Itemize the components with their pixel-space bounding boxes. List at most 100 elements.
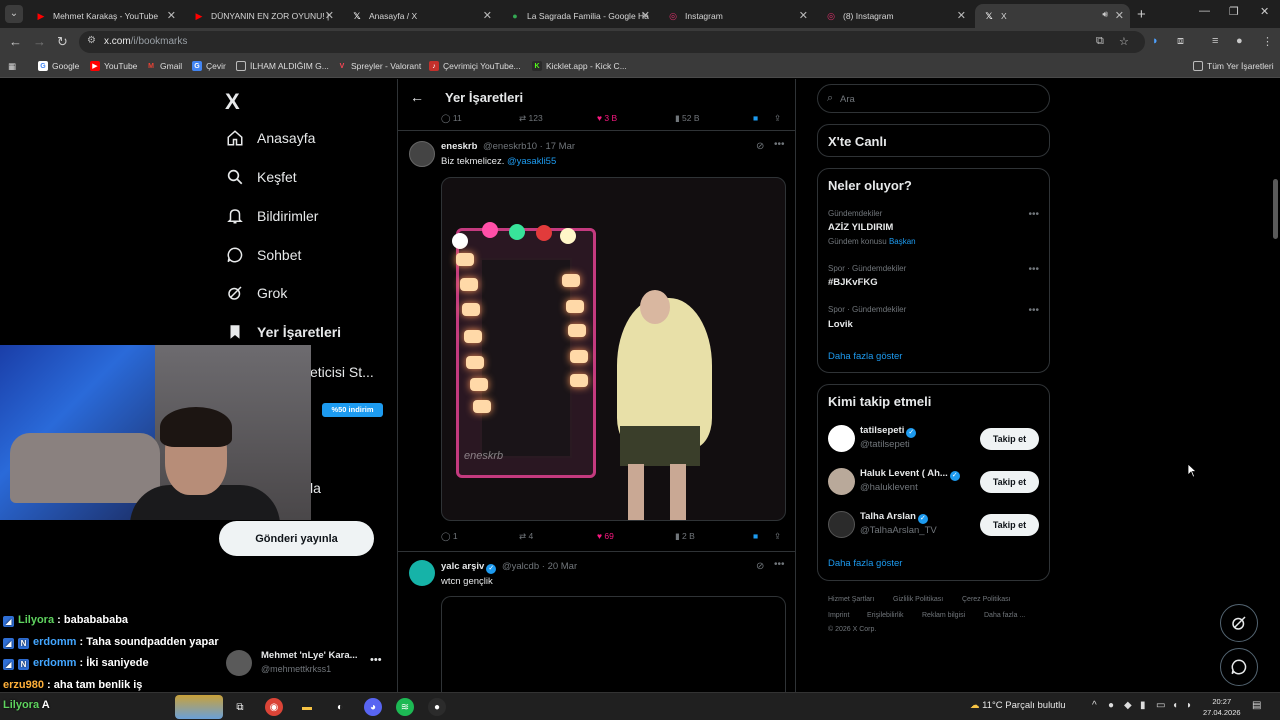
search-input[interactable]: ⌕ Ara [817, 84, 1050, 113]
more-icon[interactable]: ••• [774, 139, 785, 150]
avatar[interactable] [409, 141, 435, 167]
tab-x-home[interactable]: 𝕏 Anasayfa / X ✕ [343, 4, 498, 28]
tab-x-active[interactable]: 𝕏 X 🔊︎ ✕ [975, 4, 1130, 28]
media-control-icon[interactable]: ≡ [1212, 35, 1218, 47]
back-arrow-icon[interactable]: ← [410, 89, 424, 105]
sidebar-item-home[interactable]: Anasayfa [226, 123, 315, 153]
follow-button[interactable]: Takip et [980, 471, 1039, 493]
weather-widget[interactable]: ☁ 11°C Parçalı bulutlu [970, 700, 1066, 711]
widgets-icon[interactable] [175, 695, 223, 719]
install-app-icon[interactable]: ⧉ [1096, 35, 1104, 48]
network-icon[interactable]: ▭ [1156, 700, 1165, 711]
extensions-icon[interactable]: ⧈ [1177, 35, 1184, 48]
bookmark-folder[interactable]: İLHAM ALDIĞIM G... [236, 61, 329, 71]
tray-app-icon[interactable]: ● [1108, 700, 1114, 711]
bookmark-gmail[interactable]: M Gmail [146, 61, 182, 71]
close-icon[interactable]: ✕ [325, 9, 334, 22]
messages-fab[interactable] [1220, 648, 1258, 686]
sidebar-item-chat[interactable]: Sohbet [226, 240, 301, 270]
share-icon[interactable]: ⇪ [774, 113, 781, 124]
all-bookmarks[interactable]: Tüm Yer İşaretleri [1193, 61, 1274, 71]
repost-button[interactable]: ⇄ 4 [519, 531, 533, 542]
tray-app-icon[interactable]: ◆ [1124, 700, 1132, 711]
close-icon[interactable]: ✕ [799, 9, 808, 22]
address-bar[interactable]: ⚙ x.com/i/bookmarks ⧉ ☆ [79, 31, 1145, 53]
bookmark-icon[interactable]: ■ [753, 113, 758, 123]
notification-icon[interactable]: ▤ [1252, 700, 1261, 711]
close-icon[interactable]: ✕ [483, 9, 492, 22]
system-clock[interactable]: 20:27 27.04.2026 [1203, 696, 1241, 718]
post-button[interactable]: Gönderi yayınla [219, 521, 374, 556]
reply-button[interactable]: ◯ 11 [441, 113, 462, 124]
tweet-author[interactable]: eneskrb [441, 141, 477, 152]
bookmark-google[interactable]: G Google [38, 61, 79, 71]
site-info-icon[interactable]: ⚙ [87, 35, 96, 46]
grok-icon[interactable]: ⊘ [756, 561, 764, 572]
page-scrollbar[interactable] [1271, 79, 1280, 692]
more-icon[interactable]: ••• [370, 654, 382, 666]
obs-icon[interactable]: ● [428, 698, 446, 716]
avatar[interactable] [409, 560, 435, 586]
volume-icon[interactable]: ◖ [1172, 700, 1178, 711]
mention-link[interactable]: @yasakli55 [507, 156, 556, 167]
bookmark-icon[interactable]: ■ [753, 531, 758, 541]
close-window-icon[interactable]: ✕ [1260, 5, 1269, 18]
minimize-icon[interactable]: — [1199, 5, 1210, 17]
bookmark-translate[interactable]: G Çevir [192, 61, 226, 71]
sidebar-item-notifications[interactable]: Bildirimler [226, 201, 318, 231]
more-icon[interactable]: ••• [1028, 209, 1039, 220]
bookmark-youtube[interactable]: ▶ YouTube [90, 61, 137, 71]
restore-icon[interactable]: ❐ [1229, 5, 1239, 18]
tweet-video[interactable]: eneskrb [441, 177, 786, 521]
sidebar-item-partial[interactable]: eticisi St... [310, 364, 374, 380]
footer-link[interactable]: Imprint [828, 612, 849, 619]
sidebar-item-partial-2[interactable]: la [310, 480, 321, 496]
extension-mic-icon[interactable]: ◗ [1152, 35, 1159, 47]
footer-link[interactable]: Çerez Politikası [962, 596, 1011, 603]
chrome-icon[interactable]: ◉ [265, 698, 283, 716]
follow-button[interactable]: Takip et [980, 514, 1039, 536]
more-icon[interactable]: ••• [774, 559, 785, 570]
task-view-icon[interactable]: ⧉ [231, 698, 249, 716]
tab-youtube-2[interactable]: ▶ DÜNYANIN EN ZOR OYUNU! | ✕ [185, 4, 340, 28]
discord-icon[interactable]: ◕ [364, 698, 382, 716]
footer-link[interactable]: Erişilebilirlik [867, 612, 904, 619]
star-icon[interactable]: ☆ [1119, 35, 1129, 48]
live-card[interactable]: X'te Canlı [817, 124, 1050, 157]
volume-icon-2[interactable]: ◗ [1186, 700, 1192, 711]
sidebar-item-grok[interactable]: Grok [226, 278, 287, 308]
footer-link[interactable]: Hizmet Şartları [828, 596, 874, 603]
premium-discount-badge[interactable]: %50 indirim [322, 403, 383, 417]
more-icon[interactable]: ••• [1028, 305, 1039, 316]
sidebar-item-bookmarks[interactable]: Yer İşaretleri [226, 317, 341, 347]
tweet-author[interactable]: yalc arşiv ✓ [441, 561, 497, 574]
back-icon[interactable]: ← [9, 34, 22, 49]
reply-button[interactable]: ◯ 1 [441, 531, 458, 542]
close-icon[interactable]: ✕ [957, 9, 966, 22]
close-icon[interactable]: ✕ [1115, 9, 1124, 22]
tweet-media[interactable] [441, 596, 786, 692]
grok-fab[interactable] [1220, 604, 1258, 642]
show-more-follow-link[interactable]: Daha fazla göster [828, 558, 902, 569]
steam-icon[interactable]: ◐ [331, 698, 349, 716]
menu-icon[interactable]: ⋮ [1262, 35, 1273, 48]
footer-link[interactable]: Daha fazla ... [984, 612, 1025, 619]
more-icon[interactable]: ••• [1028, 264, 1039, 275]
sidebar-item-explore[interactable]: Keşfet [226, 162, 297, 192]
scrollbar-thumb[interactable] [1273, 179, 1278, 239]
bookmark-valorant[interactable]: V Spreyler - Valorant [337, 61, 422, 71]
footer-link[interactable]: Gizlilik Politikası [893, 596, 943, 603]
follow-button[interactable]: Takip et [980, 428, 1039, 450]
chevron-up-icon[interactable]: ^ [1092, 700, 1097, 711]
reload-icon[interactable]: ↻ [57, 34, 68, 50]
views-button[interactable]: ▮ 52 B [675, 113, 700, 124]
footer-link[interactable]: Reklam bilgisi [922, 612, 965, 619]
tab-youtube-1[interactable]: ▶ Mehmet Karakaş - YouTube ✕ [27, 4, 182, 28]
apps-icon[interactable]: ▦ [8, 61, 16, 72]
grok-icon[interactable]: ⊘ [756, 141, 764, 152]
bookmark-kicklet[interactable]: K Kicklet.app - Kick C... [532, 61, 627, 71]
show-more-trends-link[interactable]: Daha fazla göster [828, 351, 902, 362]
like-button[interactable]: ♥ 69 [597, 531, 614, 541]
tab-maps[interactable]: ● La Sagrada Familia - Google Ha ✕ [501, 4, 656, 28]
forward-icon[interactable]: → [33, 34, 46, 49]
